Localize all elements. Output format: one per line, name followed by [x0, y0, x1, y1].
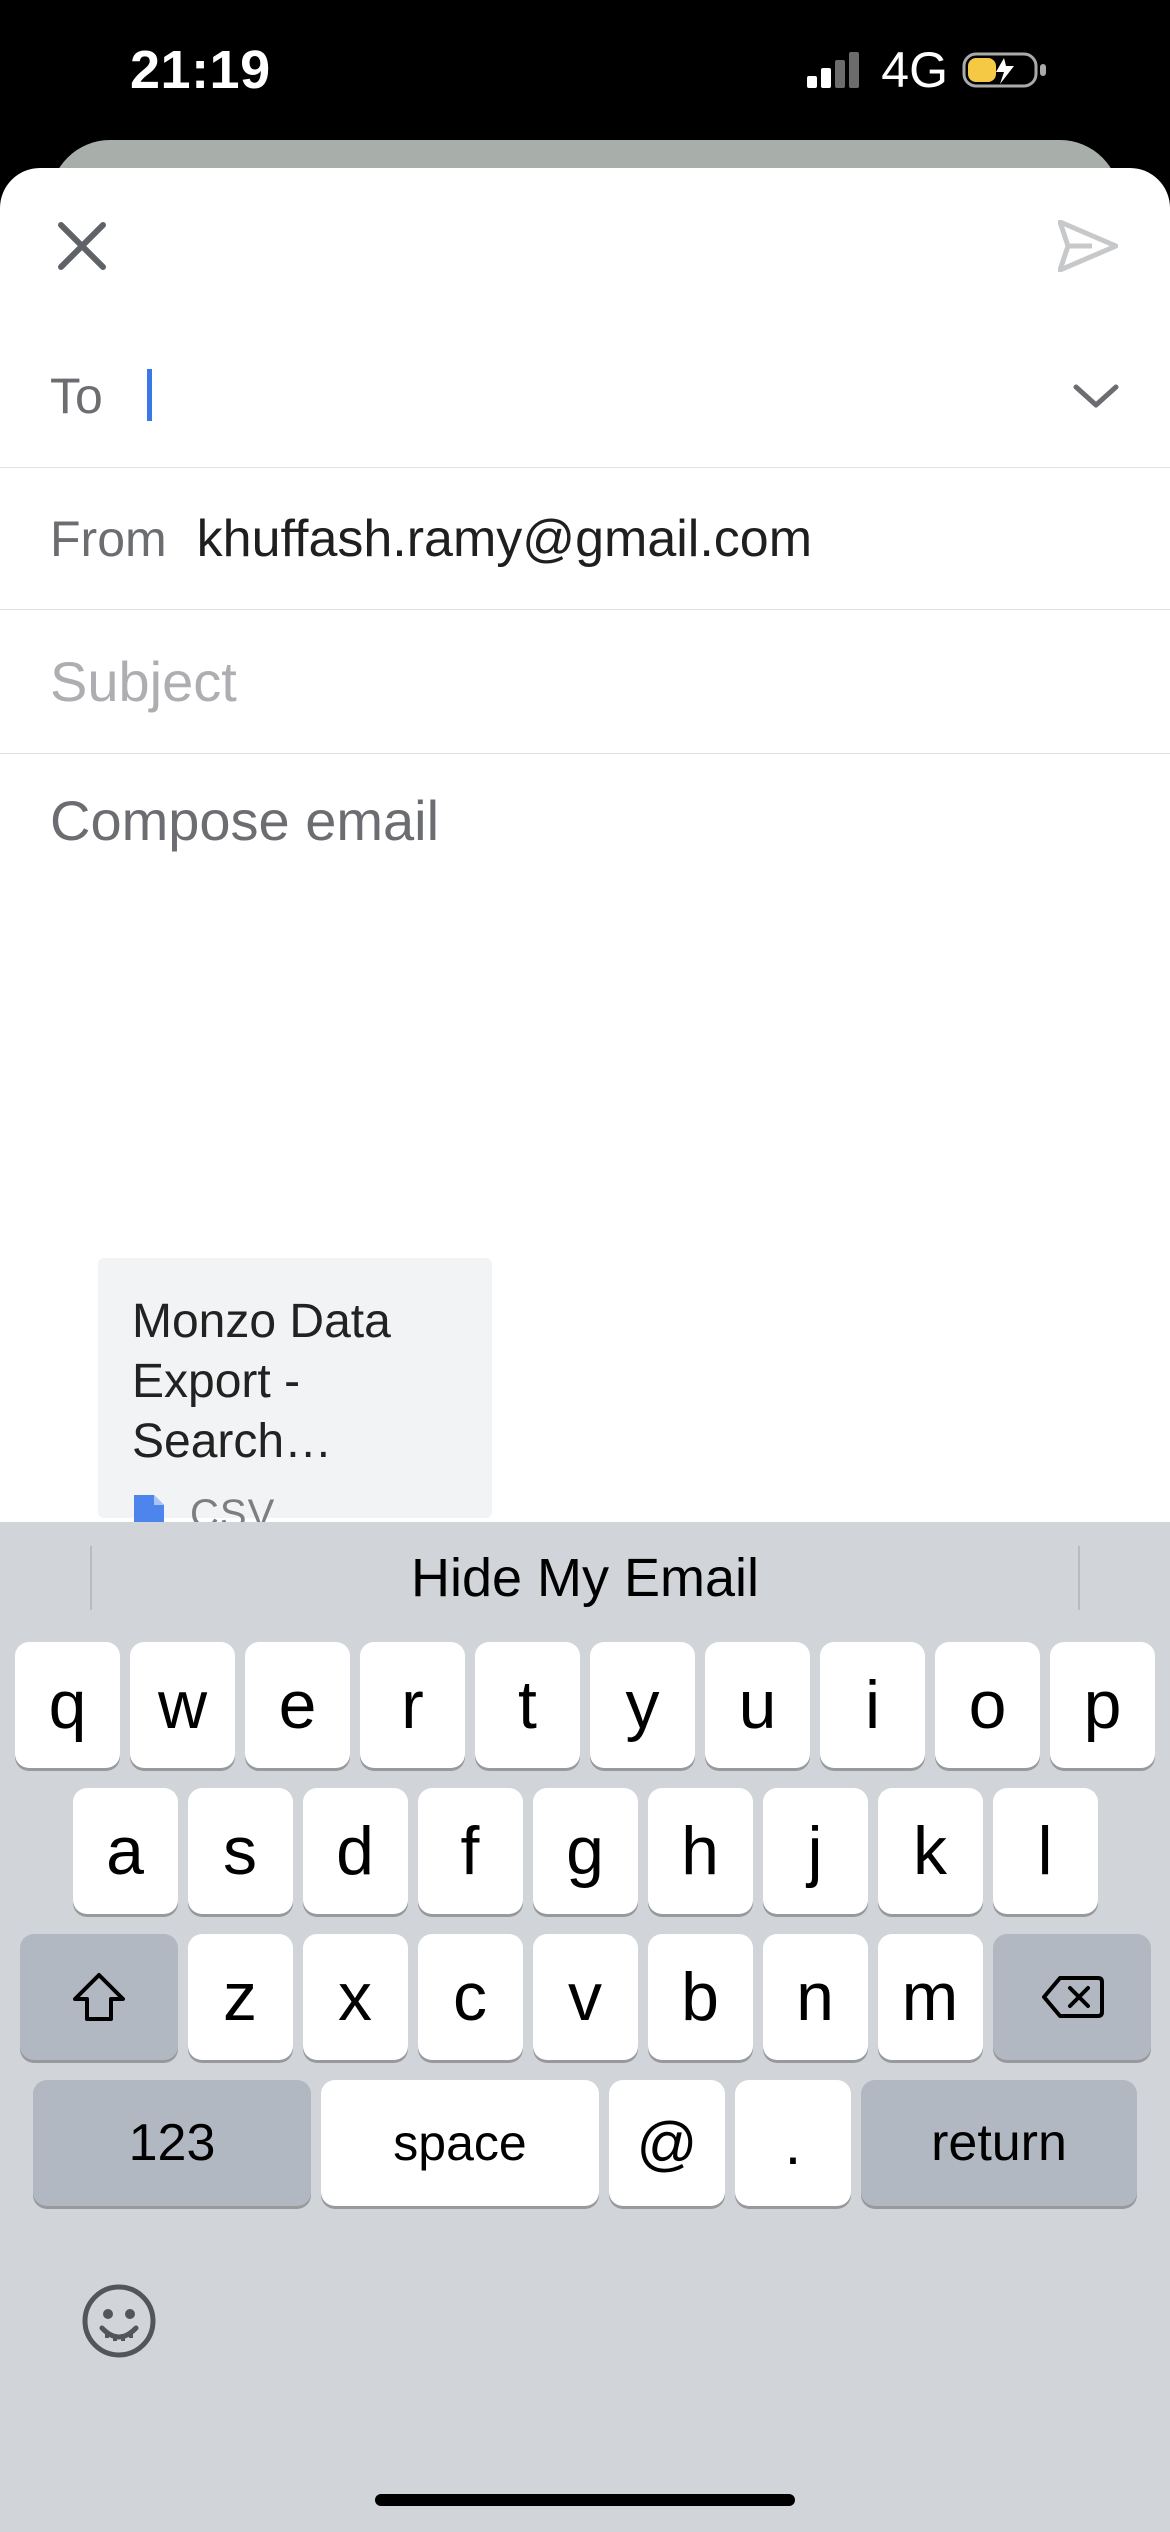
close-button[interactable]: [50, 214, 114, 278]
close-icon: [57, 221, 107, 271]
subject-input[interactable]: Subject: [50, 649, 237, 714]
key-z[interactable]: z: [188, 1934, 293, 2060]
keyboard: Hide My Email q w e r t y u i o p a s d …: [0, 1522, 1170, 2532]
key-l[interactable]: l: [993, 1788, 1098, 1914]
status-bar: 21:19 4G: [0, 0, 1170, 140]
shift-icon: [71, 1971, 127, 2023]
send-icon: [1058, 220, 1118, 272]
from-label: From: [50, 510, 167, 568]
status-indicators: 4G: [807, 41, 1050, 99]
body-input[interactable]: Compose email: [50, 789, 439, 852]
key-x[interactable]: x: [303, 1934, 408, 2060]
key-n[interactable]: n: [763, 1934, 868, 2060]
to-label: To: [50, 367, 103, 425]
key-q[interactable]: q: [15, 1642, 120, 1768]
send-button[interactable]: [1056, 214, 1120, 278]
key-c[interactable]: c: [418, 1934, 523, 2060]
cellular-signal-icon: [807, 52, 865, 88]
from-email: khuffash.ramy@gmail.com: [197, 509, 812, 569]
keyboard-suggestion-bar: Hide My Email: [0, 1522, 1170, 1634]
key-dot[interactable]: .: [735, 2080, 851, 2206]
key-r[interactable]: r: [360, 1642, 465, 1768]
compose-sheet: To From khuffash.ramy@gmail.com Subject …: [0, 168, 1170, 2532]
key-e[interactable]: e: [245, 1642, 350, 1768]
subject-field-row[interactable]: Subject: [0, 610, 1170, 754]
chevron-down-icon: [1072, 381, 1120, 411]
key-k[interactable]: k: [878, 1788, 983, 1914]
text-caret: [147, 369, 152, 421]
key-g[interactable]: g: [533, 1788, 638, 1914]
key-123[interactable]: 123: [33, 2080, 311, 2206]
network-type: 4G: [881, 41, 948, 99]
key-return[interactable]: return: [861, 2080, 1137, 2206]
emoji-button[interactable]: [80, 2282, 158, 2360]
key-u[interactable]: u: [705, 1642, 810, 1768]
clock: 21:19: [130, 39, 271, 101]
key-m[interactable]: m: [878, 1934, 983, 2060]
key-space[interactable]: space: [321, 2080, 599, 2206]
keyboard-row-2: a s d f g h j k l: [8, 1788, 1162, 1914]
key-v[interactable]: v: [533, 1934, 638, 2060]
key-j[interactable]: j: [763, 1788, 868, 1914]
emoji-icon: [80, 2282, 158, 2360]
key-i[interactable]: i: [820, 1642, 925, 1768]
keyboard-bottom-row: [0, 2226, 1170, 2416]
key-shift[interactable]: [20, 1934, 178, 2060]
keyboard-row-4: 123 space @ . return: [8, 2080, 1162, 2206]
key-p[interactable]: p: [1050, 1642, 1155, 1768]
backspace-icon: [1040, 1974, 1104, 2020]
attachment-chip[interactable]: Monzo Data Export - Search… CSV: [98, 1258, 492, 1518]
expand-recipients-button[interactable]: [1072, 381, 1120, 411]
battery-charging-icon: [962, 50, 1050, 90]
key-a[interactable]: a: [73, 1788, 178, 1914]
attachment-filename: Monzo Data Export - Search…: [132, 1292, 458, 1472]
key-y[interactable]: y: [590, 1642, 695, 1768]
key-w[interactable]: w: [130, 1642, 235, 1768]
key-s[interactable]: s: [188, 1788, 293, 1914]
home-indicator[interactable]: [375, 2494, 795, 2506]
keyboard-row-1: q w e r t y u i o p: [8, 1642, 1162, 1768]
body-area[interactable]: Compose email: [0, 754, 1170, 887]
key-o[interactable]: o: [935, 1642, 1040, 1768]
key-d[interactable]: d: [303, 1788, 408, 1914]
keyboard-row-3: z x c v b n m: [8, 1934, 1162, 2060]
suggestion-hide-my-email[interactable]: Hide My Email: [411, 1547, 759, 1609]
suggestion-separator: [90, 1546, 92, 1610]
to-field-row[interactable]: To: [0, 324, 1170, 468]
key-at[interactable]: @: [609, 2080, 725, 2206]
key-b[interactable]: b: [648, 1934, 753, 2060]
key-backspace[interactable]: [993, 1934, 1151, 2060]
suggestion-separator: [1078, 1546, 1080, 1610]
compose-header: [0, 168, 1170, 324]
from-field-row[interactable]: From khuffash.ramy@gmail.com: [0, 468, 1170, 610]
key-h[interactable]: h: [648, 1788, 753, 1914]
key-f[interactable]: f: [418, 1788, 523, 1914]
to-input[interactable]: [147, 369, 1120, 423]
key-t[interactable]: t: [475, 1642, 580, 1768]
